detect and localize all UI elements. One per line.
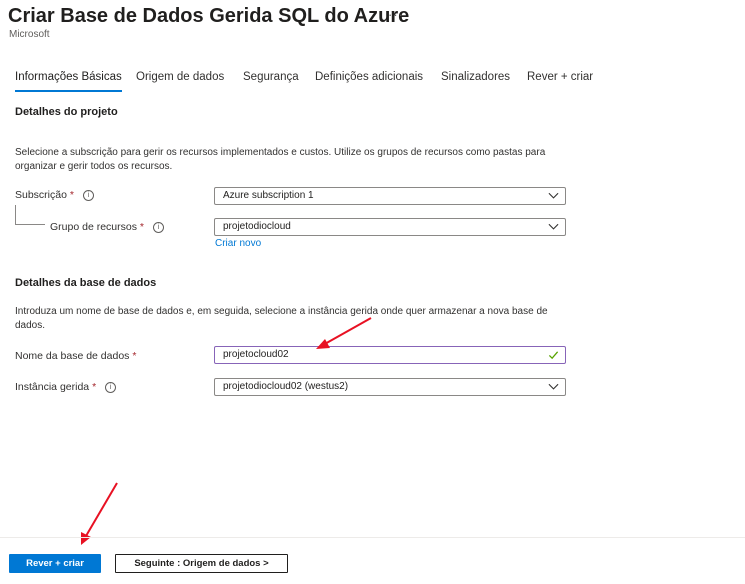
required-marker: * — [139, 221, 144, 233]
database-name-value: projetocloud02 — [223, 349, 289, 360]
project-details-description: Selecione a subscrição para gerir os rec… — [15, 147, 546, 172]
database-details-description: Introduza um nome de base de dados e, em… — [15, 306, 548, 331]
info-icon[interactable]: i — [82, 190, 94, 201]
managed-instance-dropdown[interactable]: projetodiocloud02 (westus2) — [214, 378, 566, 396]
chevron-down-icon — [548, 383, 559, 390]
subscription-label-text: Subscrição — [15, 189, 67, 201]
resource-group-value: projetodiocloud — [223, 221, 291, 232]
managed-instance-label-text: Instância gerida — [15, 381, 90, 393]
checkmark-icon — [548, 351, 559, 360]
required-marker: * — [132, 350, 137, 362]
review-create-button[interactable]: Rever + criar — [9, 554, 101, 573]
required-marker: * — [69, 189, 74, 201]
subscription-value: Azure subscription 1 — [223, 190, 314, 201]
subscription-dropdown[interactable]: Azure subscription 1 — [214, 187, 566, 205]
resource-group-label-text: Grupo de recursos — [50, 221, 137, 233]
database-name-label: Nome da base de dados * — [15, 350, 136, 362]
footer-divider — [0, 537, 745, 538]
active-tab-indicator — [15, 90, 122, 92]
tab-security[interactable]: Segurança — [243, 71, 299, 83]
resource-group-label: Grupo de recursos * i — [50, 221, 164, 233]
database-details-heading: Detalhes da base de dados — [15, 277, 157, 289]
chevron-down-icon — [548, 192, 559, 199]
tab-additional-settings[interactable]: Definições adicionais — [315, 71, 423, 83]
info-icon[interactable]: i — [152, 222, 164, 233]
subscription-label: Subscrição * i — [15, 189, 94, 201]
next-data-source-button[interactable]: Seguinte : Origem de dados > — [115, 554, 288, 573]
required-marker: * — [92, 381, 97, 393]
create-new-link[interactable]: Criar novo — [215, 238, 261, 249]
database-name-input[interactable]: projetocloud02 — [214, 346, 566, 364]
project-details-heading: Detalhes do projeto — [15, 106, 118, 118]
annotation-arrow-review-button — [81, 482, 118, 545]
more-options-icon[interactable]: ··· — [388, 7, 404, 22]
chevron-down-icon — [548, 223, 559, 230]
tab-basics[interactable]: Informações Básicas — [15, 71, 122, 92]
hierarchy-connector — [15, 205, 45, 225]
database-name-label-text: Nome da base de dados — [15, 350, 130, 362]
tab-tags[interactable]: Sinalizadores — [441, 71, 510, 83]
tab-data-source[interactable]: Origem de dados — [136, 71, 224, 83]
publisher-name: Microsoft — [9, 29, 50, 40]
info-icon[interactable]: i — [105, 382, 117, 393]
tab-label: Informações Básicas — [15, 71, 122, 83]
resource-group-dropdown[interactable]: projetodiocloud — [214, 218, 566, 236]
page-title: Criar Base de Dados Gerida SQL do Azure — [8, 5, 410, 27]
managed-instance-value: projetodiocloud02 (westus2) — [223, 381, 349, 392]
tab-review-create[interactable]: Rever + criar — [527, 71, 593, 83]
annotation-overlay — [81, 317, 372, 545]
managed-instance-label: Instância gerida * i — [15, 381, 117, 393]
